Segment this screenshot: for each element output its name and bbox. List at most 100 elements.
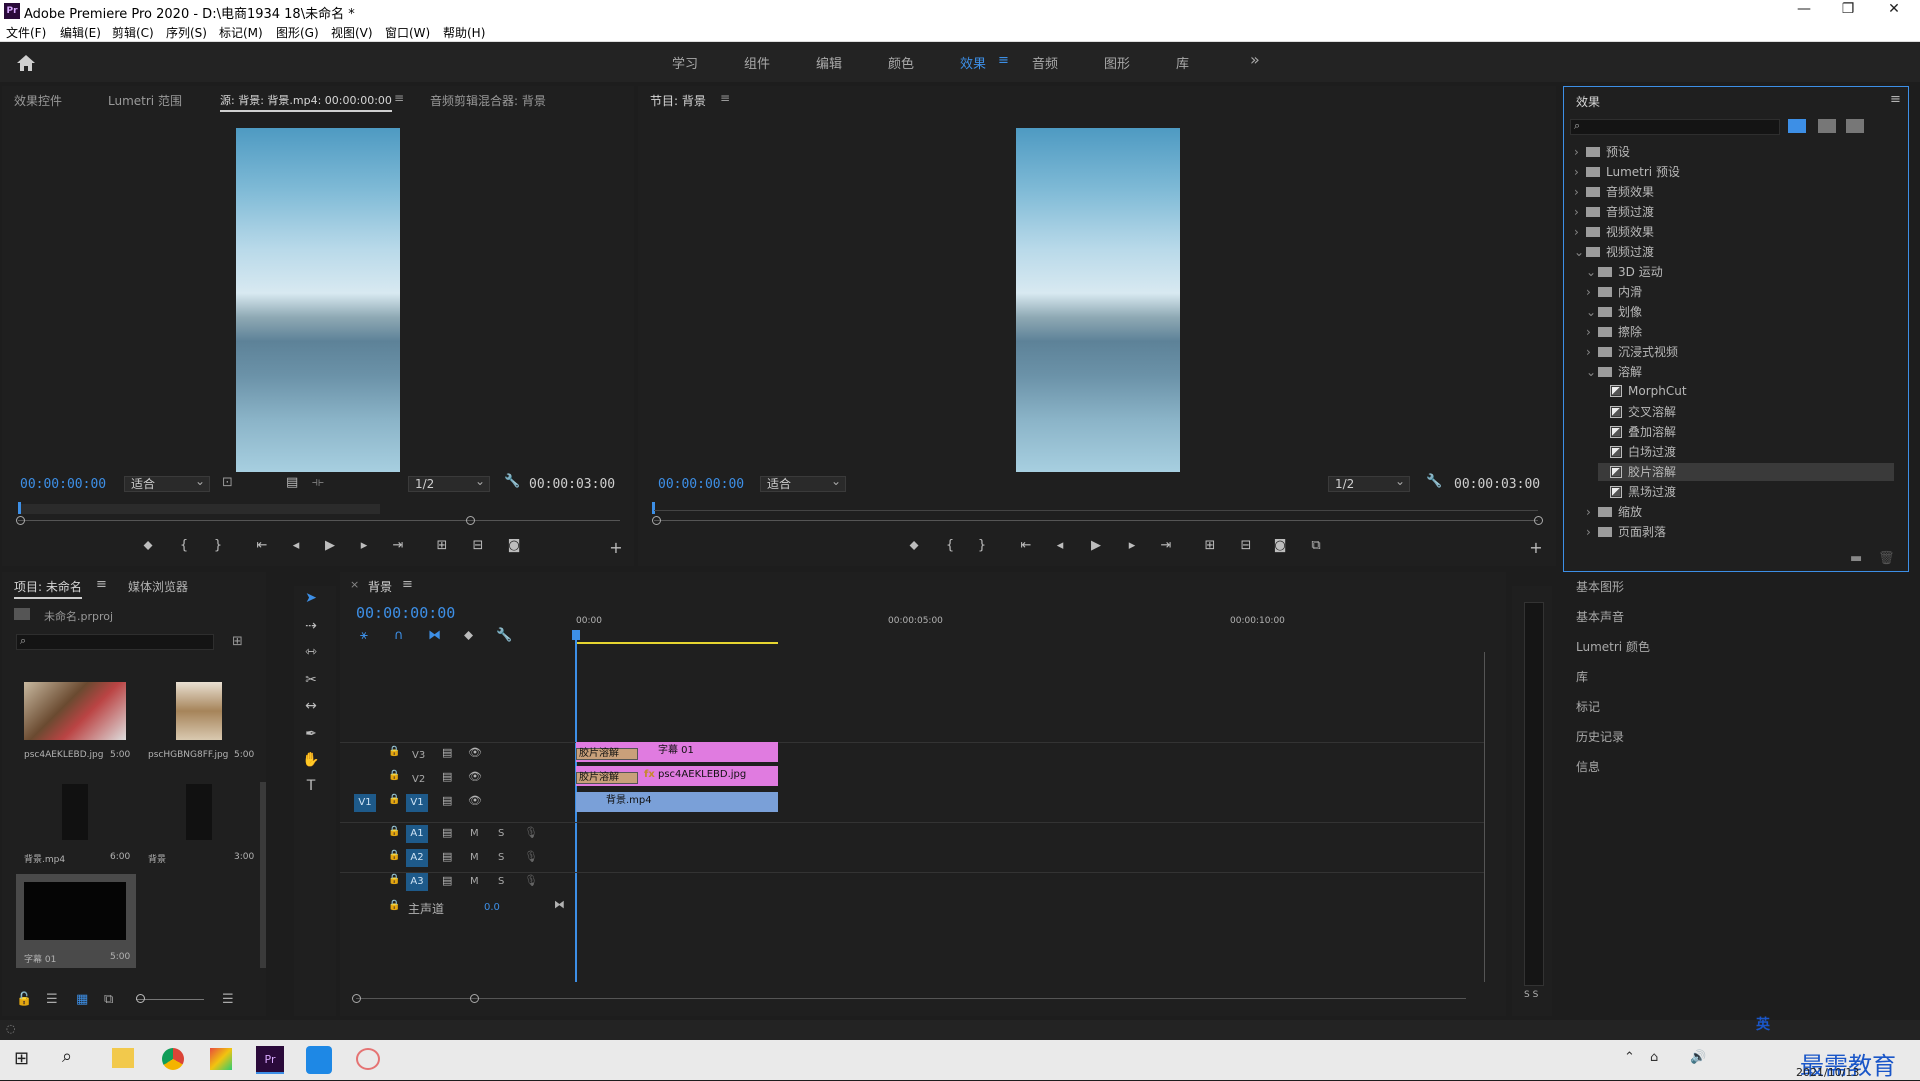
- menu-sequence[interactable]: 序列(S): [166, 24, 207, 41]
- program-zoom-handle-right[interactable]: [1534, 516, 1543, 525]
- yuv-effects-icon[interactable]: [1846, 119, 1864, 133]
- windows-start-icon[interactable]: ⊞: [14, 1048, 29, 1069]
- source-fit-dropdown[interactable]: 适合: [124, 474, 210, 492]
- track-target-v1[interactable]: V1: [406, 794, 428, 812]
- eye-v3-icon[interactable]: 👁: [468, 746, 482, 759]
- track-target-a3[interactable]: A3: [406, 873, 428, 891]
- tab-project[interactable]: 项目: 未命名: [14, 578, 82, 599]
- transition-v2[interactable]: 胶片溶解: [576, 772, 638, 784]
- program-zoom-handle-left[interactable]: [652, 516, 661, 525]
- source-step-forward-icon[interactable]: ▸: [354, 538, 374, 553]
- tab-audio-clip-mixer[interactable]: 音频剪辑混合器: 背景: [430, 92, 546, 109]
- project-item-thumb-1[interactable]: [24, 682, 126, 740]
- solo-a3[interactable]: S: [498, 876, 504, 887]
- chevron-icon[interactable]: ›: [1586, 285, 1598, 299]
- lock-track-v3-icon[interactable]: 🔒: [388, 746, 400, 757]
- menu-edit[interactable]: 编辑(E): [60, 24, 101, 41]
- source-playhead-timecode[interactable]: 00:00:00:00: [20, 477, 106, 492]
- transition-v3[interactable]: 胶片溶解: [576, 748, 638, 760]
- chrome-icon[interactable]: [162, 1048, 184, 1070]
- mute-a1[interactable]: M: [470, 828, 479, 839]
- source-zoom-handle-left[interactable]: [16, 516, 25, 525]
- effects-tree-item[interactable]: › 视频效果: [1574, 223, 1894, 241]
- source-zoom-bar[interactable]: [18, 520, 620, 521]
- workspace-audio[interactable]: 音频: [1032, 53, 1058, 72]
- lock-master-icon[interactable]: 🔒: [388, 900, 400, 911]
- nest-toggle-icon[interactable]: ⚹: [360, 628, 368, 643]
- chevron-icon[interactable]: ›: [1574, 205, 1586, 219]
- program-lift-icon[interactable]: ⊞: [1200, 538, 1220, 553]
- timeline-timecode[interactable]: 00:00:00:00: [356, 604, 455, 622]
- chevron-icon[interactable]: ⌄: [1574, 245, 1586, 259]
- source-go-to-out-icon[interactable]: ⇥: [388, 538, 408, 553]
- timeline-tab-menu-icon[interactable]: ≡: [402, 577, 413, 592]
- sync-lock-v1-icon[interactable]: ▤: [442, 794, 452, 807]
- lock-track-v2-icon[interactable]: 🔒: [388, 770, 400, 781]
- ripple-edit-tool-icon[interactable]: ⇿: [301, 644, 321, 664]
- accelerated-effects-icon[interactable]: [1788, 119, 1806, 133]
- delete-icon[interactable]: 🗑: [1878, 551, 1895, 566]
- find-icon[interactable]: ⊞: [232, 634, 243, 649]
- new-bin-icon[interactable]: ▬: [1850, 551, 1862, 566]
- add-marker-icon[interactable]: ⬥: [464, 628, 473, 643]
- tray-network-icon[interactable]: ⌂: [1650, 1050, 1658, 1065]
- effects-tree-item[interactable]: 黑场过渡: [1598, 483, 1894, 501]
- master-end-icon[interactable]: ⧓: [554, 898, 565, 911]
- panel-essential-graphics[interactable]: 基本图形: [1576, 578, 1624, 595]
- ime-indicator[interactable]: 英: [1756, 1014, 1770, 1034]
- type-tool-icon[interactable]: T: [301, 778, 321, 798]
- panel-history[interactable]: 历史记录: [1576, 728, 1624, 745]
- app-icon[interactable]: [210, 1048, 232, 1070]
- source-resolution-dropdown[interactable]: 1/2: [408, 474, 490, 492]
- effects-panel-menu-icon[interactable]: ≡: [1890, 92, 1901, 107]
- workspace-effects-menu-icon[interactable]: ≡: [998, 53, 1009, 68]
- track-select-tool-icon[interactable]: ⇢: [301, 618, 321, 638]
- eye-v1-icon[interactable]: 👁: [468, 794, 482, 807]
- voiceover-a1-icon[interactable]: 🎙: [524, 826, 538, 839]
- selection-tool-icon[interactable]: ➤: [301, 590, 321, 610]
- workspace-color[interactable]: 颜色: [888, 53, 914, 72]
- panel-info[interactable]: 信息: [1576, 758, 1600, 775]
- workspace-effects[interactable]: 效果: [960, 53, 986, 72]
- 32bit-effects-icon[interactable]: [1818, 119, 1836, 133]
- sync-lock-v2-icon[interactable]: ▤: [442, 770, 452, 783]
- timeline-horizontal-scrollbar[interactable]: [356, 998, 1466, 999]
- tray-volume-icon[interactable]: 🔊: [1690, 1050, 1706, 1065]
- effects-tree-item[interactable]: › 沉浸式视频: [1586, 343, 1894, 361]
- tab-media-browser[interactable]: 媒体浏览器: [128, 578, 188, 595]
- solo-a2[interactable]: S: [498, 852, 504, 863]
- lock-track-a2-icon[interactable]: 🔒: [388, 850, 400, 861]
- program-extract-icon[interactable]: ⊟: [1236, 538, 1256, 553]
- thumbnail-zoom-handle[interactable]: [136, 994, 145, 1003]
- sync-lock-a2-icon[interactable]: ▤: [442, 850, 452, 863]
- source-step-back-icon[interactable]: ◂: [286, 538, 306, 553]
- effects-tree-item[interactable]: › 预设: [1574, 143, 1894, 161]
- effects-tree-item[interactable]: › 音频效果: [1574, 183, 1894, 201]
- chevron-icon[interactable]: ›: [1574, 225, 1586, 239]
- linked-selection-icon[interactable]: ⧓: [428, 628, 441, 643]
- chevron-icon[interactable]: ›: [1574, 185, 1586, 199]
- effects-tree-item[interactable]: › 内滑: [1586, 283, 1894, 301]
- menu-clip[interactable]: 剪辑(C): [112, 24, 154, 41]
- timeline-zoom-handle-left[interactable]: [352, 994, 361, 1003]
- track-target-a1[interactable]: A1: [406, 825, 428, 843]
- program-tab-menu-icon[interactable]: ≡: [720, 91, 730, 105]
- timeline-zoom-handle-right[interactable]: [470, 994, 479, 1003]
- project-item-thumb-3[interactable]: [62, 784, 88, 840]
- panel-markers[interactable]: 标记: [1576, 698, 1600, 715]
- program-resolution-dropdown[interactable]: 1/2: [1328, 474, 1410, 492]
- thumbnail-zoom-slider[interactable]: [136, 999, 204, 1000]
- chevron-icon[interactable]: ›: [1586, 505, 1598, 519]
- project-item-thumb-5[interactable]: [24, 882, 126, 940]
- sync-lock-v3-icon[interactable]: ▤: [442, 746, 452, 759]
- source-add-marker-icon[interactable]: ⬥: [138, 538, 158, 553]
- effects-tree-item[interactable]: › 音频过渡: [1574, 203, 1894, 221]
- source-mark-in-icon[interactable]: {: [174, 538, 194, 553]
- program-settings-wrench-icon[interactable]: 🔧: [1426, 474, 1442, 489]
- program-play-icon[interactable]: ▶: [1086, 538, 1106, 553]
- chevron-icon[interactable]: ›: [1586, 525, 1598, 539]
- source-timeline-ruler[interactable]: [18, 504, 380, 514]
- icon-view-icon[interactable]: ▦: [76, 992, 88, 1007]
- pen-tool-icon[interactable]: ✒: [301, 726, 321, 746]
- more-workspaces-icon[interactable]: »: [1250, 50, 1260, 69]
